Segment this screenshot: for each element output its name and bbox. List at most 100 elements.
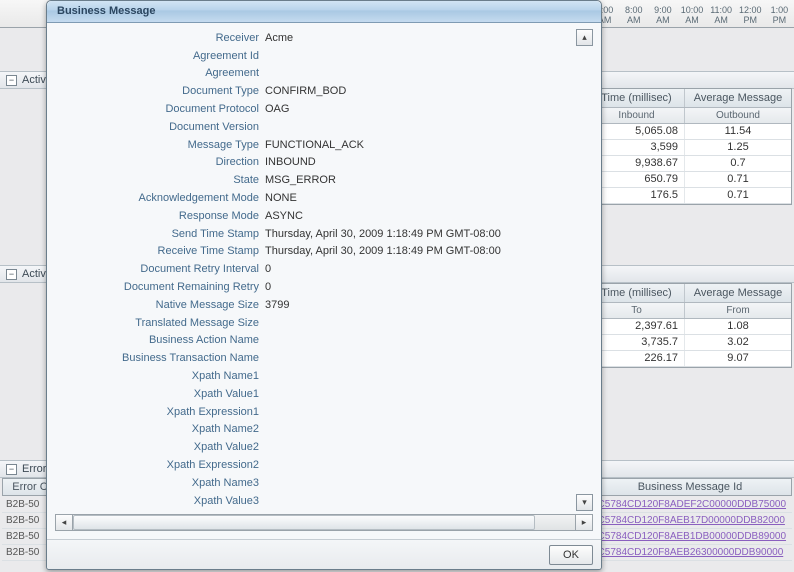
detail-value: Thursday, April 30, 2009 1:18:49 PM GMT-… bbox=[265, 228, 573, 240]
detail-row: StateMSG_ERROR bbox=[55, 171, 573, 189]
detail-value: ASYNC bbox=[265, 210, 573, 222]
table-row: 2,397.611.08 bbox=[589, 319, 791, 335]
detail-label: Xpath Expression2 bbox=[55, 459, 265, 471]
detail-value: FUNCTIONAL_ACK bbox=[265, 139, 573, 151]
detail-label: Direction bbox=[55, 156, 265, 168]
table-row: 9,938.670.7 bbox=[589, 156, 791, 172]
detail-row: Agreement bbox=[55, 65, 573, 83]
detail-value: Thursday, April 30, 2009 1:18:49 PM GMT-… bbox=[265, 245, 573, 257]
scroll-up-button[interactable]: ▴ bbox=[576, 29, 593, 46]
scrollbar-thumb[interactable] bbox=[73, 515, 535, 530]
detail-label: Xpath Value2 bbox=[55, 441, 265, 453]
detail-row: Xpath Name3 bbox=[55, 474, 573, 492]
col-subheader[interactable]: Inbound bbox=[589, 108, 685, 123]
detail-row: Xpath Value1 bbox=[55, 385, 573, 403]
detail-row: Response ModeASYNC bbox=[55, 207, 573, 225]
detail-label: Message Type bbox=[55, 139, 265, 151]
table-row: 5,065.0811.54 bbox=[589, 124, 791, 140]
horizontal-scrollbar[interactable]: ◂ ▸ bbox=[55, 514, 593, 531]
detail-label: Xpath Value1 bbox=[55, 388, 265, 400]
scroll-right-button[interactable]: ▸ bbox=[575, 515, 592, 530]
table-row: 3,735.73.02 bbox=[589, 335, 791, 351]
detail-row: Receive Time StampThursday, April 30, 20… bbox=[55, 243, 573, 261]
detail-row: Xpath Value3 bbox=[55, 492, 573, 510]
time-slot: 12:00PM bbox=[736, 5, 765, 27]
detail-label: Document Remaining Retry bbox=[55, 281, 265, 293]
detail-row: Document Version bbox=[55, 118, 573, 136]
detail-row: Document ProtocolOAG bbox=[55, 100, 573, 118]
detail-label: Response Mode bbox=[55, 210, 265, 222]
detail-row: Message TypeFUNCTIONAL_ACK bbox=[55, 136, 573, 154]
table-row: 3,5991.25 bbox=[589, 140, 791, 156]
detail-label: Translated Message Size bbox=[55, 317, 265, 329]
col-header[interactable]: Average Message bbox=[685, 89, 791, 107]
time-slot: 11:00AM bbox=[707, 5, 736, 27]
detail-row: Xpath Expression2 bbox=[55, 456, 573, 474]
business-message-id-link[interactable]: 8C5784CD120F8AEB26300000DDB90000 bbox=[588, 545, 792, 561]
scroll-left-button[interactable]: ◂ bbox=[56, 515, 73, 530]
detail-label: Xpath Name1 bbox=[55, 370, 265, 382]
section-title: Activ bbox=[22, 268, 46, 280]
business-message-id-link[interactable]: 8C5784CD120F8AEB1DB00000DDB89000 bbox=[588, 529, 792, 545]
col-header[interactable]: Average Message bbox=[685, 284, 791, 302]
detail-row: Business Transaction Name bbox=[55, 349, 573, 367]
collapse-icon[interactable]: − bbox=[6, 75, 17, 86]
detail-value: 0 bbox=[265, 263, 573, 275]
time-slot: 9:00AM bbox=[648, 5, 677, 27]
detail-row: Acknowledgement ModeNONE bbox=[55, 189, 573, 207]
time-slot: 10:00AM bbox=[677, 5, 706, 27]
detail-label: Native Message Size bbox=[55, 299, 265, 311]
business-message-dialog: Business Message ReceiverAcmeAgreement I… bbox=[46, 0, 602, 570]
detail-row: Document Remaining Retry0 bbox=[55, 278, 573, 296]
ok-button[interactable]: OK bbox=[549, 545, 593, 565]
detail-row: Send Time StampThursday, April 30, 2009 … bbox=[55, 225, 573, 243]
detail-label: Document Version bbox=[55, 121, 265, 133]
col-header[interactable]: Time (millisec) bbox=[589, 284, 685, 302]
detail-list: ReceiverAcmeAgreement IdAgreementDocumen… bbox=[55, 29, 573, 511]
detail-row: Document Retry Interval0 bbox=[55, 260, 573, 278]
col-header[interactable]: Time (millisec) bbox=[589, 89, 685, 107]
detail-row: Translated Message Size bbox=[55, 314, 573, 332]
table-row: 226.179.07 bbox=[589, 351, 791, 367]
detail-value: MSG_ERROR bbox=[265, 174, 573, 186]
detail-label: Receive Time Stamp bbox=[55, 245, 265, 257]
detail-value: 0 bbox=[265, 281, 573, 293]
detail-row: Xpath Expression3 bbox=[55, 510, 573, 511]
col-subheader[interactable]: From bbox=[685, 303, 791, 318]
detail-row: DirectionINBOUND bbox=[55, 154, 573, 172]
detail-row: Xpath Value2 bbox=[55, 438, 573, 456]
detail-value: 3799 bbox=[265, 299, 573, 311]
section-title: Activ bbox=[22, 74, 46, 86]
detail-value: Acme bbox=[265, 32, 573, 44]
detail-label: Xpath Expression1 bbox=[55, 406, 265, 418]
detail-label: Send Time Stamp bbox=[55, 228, 265, 240]
detail-row: Business Action Name bbox=[55, 332, 573, 350]
dialog-body: ReceiverAcmeAgreement IdAgreementDocumen… bbox=[47, 23, 601, 539]
col-subheader[interactable]: To bbox=[589, 303, 685, 318]
detail-value: INBOUND bbox=[265, 156, 573, 168]
business-message-id-link[interactable]: 8C5784CD120F8ADEF2C00000DDB75000 bbox=[588, 497, 792, 513]
col-header-business-message-id[interactable]: Business Message Id bbox=[588, 478, 792, 496]
detail-label: Document Type bbox=[55, 85, 265, 97]
detail-value: NONE bbox=[265, 192, 573, 204]
scrollbar-track[interactable] bbox=[73, 515, 575, 530]
detail-value: OAG bbox=[265, 103, 573, 115]
detail-label: Receiver bbox=[55, 32, 265, 44]
table-row: 176.50.71 bbox=[589, 188, 791, 204]
detail-row: Xpath Name2 bbox=[55, 421, 573, 439]
detail-label: Agreement Id bbox=[55, 50, 265, 62]
detail-row: Xpath Expression1 bbox=[55, 403, 573, 421]
detail-row: Xpath Name1 bbox=[55, 367, 573, 385]
detail-row: Document TypeCONFIRM_BOD bbox=[55, 82, 573, 100]
collapse-icon[interactable]: − bbox=[6, 464, 17, 475]
business-message-id-link[interactable]: 8C5784CD120F8AEB17D00000DDB82000 bbox=[588, 513, 792, 529]
collapse-icon[interactable]: − bbox=[6, 269, 17, 280]
stats-table-2: Time (millisec)Average Message ToFrom 2,… bbox=[588, 283, 792, 368]
detail-label: State bbox=[55, 174, 265, 186]
detail-label: Xpath Name2 bbox=[55, 423, 265, 435]
dialog-title: Business Message bbox=[47, 1, 601, 23]
business-message-id-list: 8C5784CD120F8ADEF2C00000DDB75000 8C5784C… bbox=[588, 497, 792, 561]
scroll-down-button[interactable]: ▾ bbox=[576, 494, 593, 511]
detail-label: Xpath Name3 bbox=[55, 477, 265, 489]
col-subheader[interactable]: Outbound bbox=[685, 108, 791, 123]
